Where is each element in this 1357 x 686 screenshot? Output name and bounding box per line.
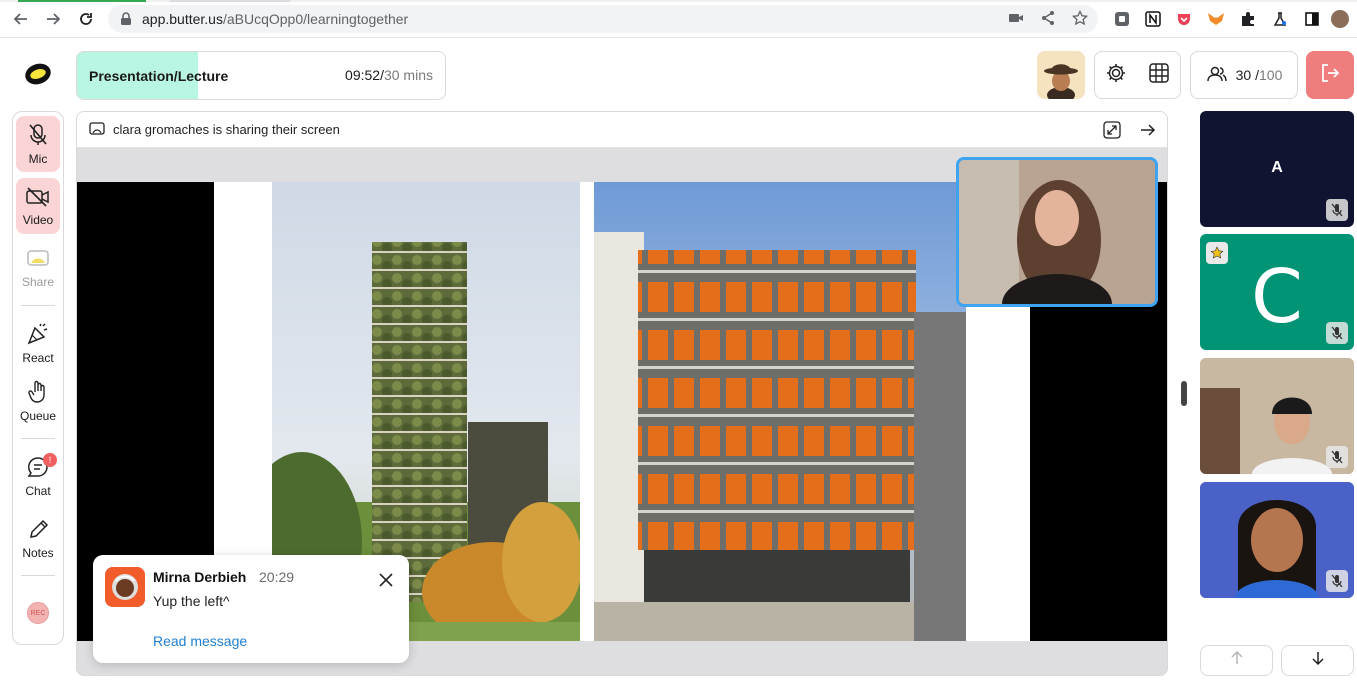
exit-icon [1319,62,1341,89]
screen-share-status: clara gromaches is sharing their screen [113,122,340,137]
header-controls-group [1094,51,1181,99]
participants-button[interactable]: 30 /100 [1190,51,1298,99]
queue-label: Queue [19,408,57,423]
my-avatar[interactable] [1037,51,1085,99]
people-icon [1206,65,1228,86]
browser-tab-strip [0,0,1357,2]
participant-avatar-tile[interactable] [1200,482,1354,598]
notes-button[interactable]: Notes [16,510,60,566]
toolbar-divider [21,305,55,306]
lab-extension-icon[interactable] [1270,9,1290,29]
camera-blocked-icon[interactable] [1008,10,1024,29]
left-toolbar: Mic Video Share React Queue Chat ! Notes… [12,111,64,645]
page-up-button[interactable] [1200,645,1273,676]
page-down-button[interactable] [1281,645,1354,676]
participant-max: 100 [1259,67,1283,83]
address-bar[interactable]: app.butter.us/aBUcqOpp0/learningtogether [108,5,1098,33]
screen-share-icon [89,122,105,141]
react-label: React [22,350,54,365]
settings-gear-icon[interactable] [1105,62,1127,89]
mic-muted-icon [1326,199,1348,221]
lock-icon [120,12,132,29]
session-title: Presentation/Lecture [89,68,229,84]
read-message-link[interactable]: Read message [153,633,247,649]
share-icon[interactable] [1040,10,1056,29]
video-label: Video [22,212,54,227]
session-timer: 09:52/30 mins [345,67,433,83]
sender-avatar [105,567,145,607]
video-off-icon [25,186,51,211]
record-button[interactable]: REC [27,602,49,624]
close-icon[interactable] [379,573,393,592]
session-elapsed: 09:52/ [345,67,384,83]
orange-facade-building-photo [594,182,966,641]
mic-muted-icon [1326,570,1348,592]
queue-button[interactable]: Queue [16,373,60,429]
arrow-right-icon[interactable] [1139,121,1157,144]
browser-toolbar: app.butter.us/aBUcqOpp0/learningtogether [0,0,1357,38]
profile-avatar-icon[interactable] [1330,9,1350,29]
forward-icon[interactable] [42,8,64,30]
share-screen-icon [26,248,50,273]
arrow-down-icon [1310,650,1326,671]
participant-count: 30 /100 [1236,67,1283,83]
session-total: 30 mins [383,67,433,83]
participants-scrollbar[interactable] [1181,381,1187,406]
metamask-extension-icon[interactable] [1206,9,1226,29]
screen-share-header: clara gromaches is sharing their screen [77,112,1167,148]
leave-room-button[interactable] [1306,51,1354,99]
back-icon[interactable] [10,8,32,30]
toolbar-divider [21,575,55,576]
pencil-icon [27,517,49,544]
chat-unread-badge: ! [43,453,57,467]
react-button[interactable]: React [16,315,60,371]
participant-current: 30 [1235,67,1252,83]
puzzle-extension-icon[interactable] [1238,9,1258,29]
toolbar-divider [21,438,55,439]
chat-label: Chat [25,483,51,498]
reload-icon[interactable] [75,8,97,30]
participant-tile[interactable]: C [1200,234,1354,350]
pocket-extension-icon[interactable] [1174,9,1194,29]
video-button[interactable]: Video [16,178,60,234]
side-panel-icon[interactable] [1302,9,1322,29]
sender-name: Mirna Derbieh [153,569,247,585]
notes-label: Notes [22,545,54,560]
participant-video-tile[interactable] [1200,358,1354,474]
party-popper-icon [26,322,50,349]
extension-icon[interactable] [1112,9,1132,29]
session-agenda-card[interactable]: Presentation/Lecture 09:52/30 mins [76,51,446,100]
mic-muted-icon [1326,446,1348,468]
mic-button[interactable]: Mic [16,116,60,172]
share-label: Share [21,274,55,289]
grid-view-icon[interactable] [1148,62,1170,89]
participant-separator: / [1251,67,1259,83]
chat-button[interactable]: Chat ! [16,448,60,504]
participant-initial: A [1271,159,1283,176]
fullscreen-icon[interactable] [1103,121,1121,144]
mic-label: Mic [28,151,48,166]
butter-logo[interactable] [22,60,54,88]
url-path: /aBUcqOpp0/learningtogether [222,11,409,27]
arrow-up-icon [1229,650,1245,671]
participant-tile[interactable]: A [1200,111,1354,227]
share-screen-button[interactable]: Share [16,240,60,296]
mic-muted-icon [27,123,49,150]
message-text: Yup the left^ [153,593,230,609]
active-speaker-video[interactable] [956,157,1158,307]
url-host: app.butter.us [142,11,223,27]
raised-hand-icon [27,380,49,407]
message-time: 20:29 [259,569,295,585]
mic-muted-icon [1326,322,1348,344]
chat-notification-toast: Mirna Derbieh 20:29 Yup the left^ Read m… [93,555,409,663]
bookmark-star-icon[interactable] [1071,9,1089,29]
notion-extension-icon[interactable] [1143,9,1163,29]
